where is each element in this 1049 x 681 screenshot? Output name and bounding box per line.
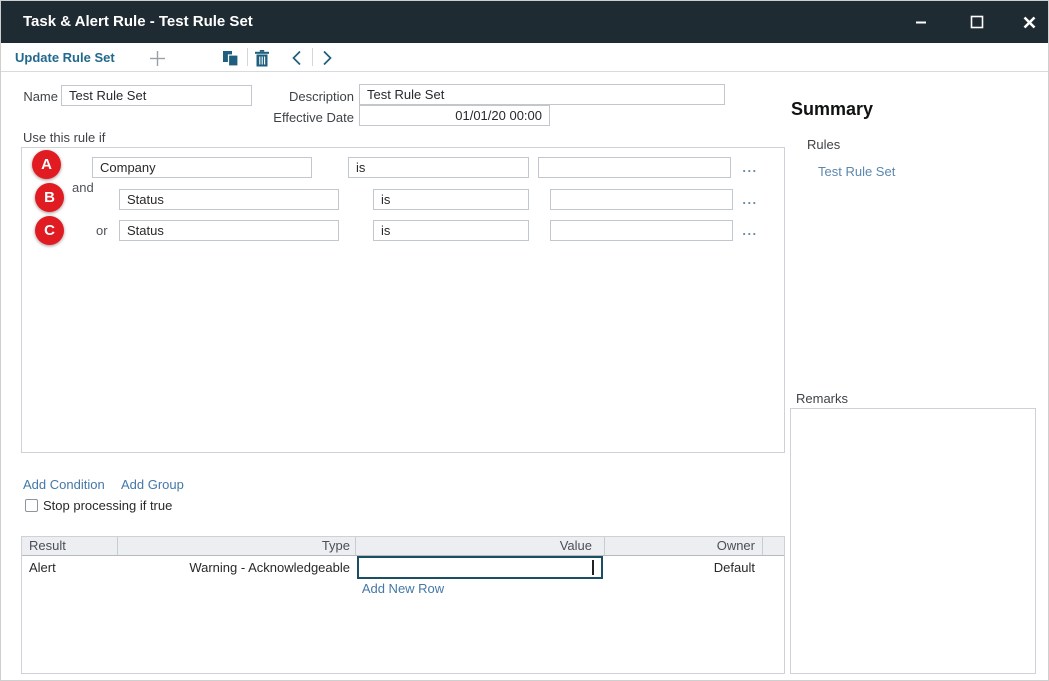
add-new-row-button[interactable]: Add New Row bbox=[22, 581, 784, 596]
column-header-result: Result bbox=[29, 537, 114, 555]
summary-title: Summary bbox=[791, 99, 873, 120]
text-cursor bbox=[592, 560, 594, 575]
condition-operator-select[interactable]: is bbox=[373, 220, 529, 241]
condition-badge: C bbox=[35, 216, 64, 245]
next-record-button[interactable] bbox=[319, 48, 335, 68]
stop-processing-label: Stop processing if true bbox=[43, 498, 172, 513]
delete-icon bbox=[254, 50, 270, 67]
add-icon bbox=[149, 50, 166, 67]
column-separator bbox=[762, 537, 763, 555]
add-button[interactable] bbox=[147, 48, 167, 68]
stop-processing-checkbox[interactable] bbox=[25, 499, 38, 512]
titlebar: Task & Alert Rule - Test Rule Set bbox=[1, 1, 1049, 43]
minimize-icon bbox=[915, 16, 927, 28]
summary-rule-link[interactable]: Test Rule Set bbox=[818, 164, 895, 179]
value-cell-input[interactable] bbox=[357, 556, 603, 579]
remarks-label: Remarks bbox=[796, 391, 848, 406]
column-header-value: Value bbox=[355, 537, 592, 555]
column-header-owner: Owner bbox=[604, 537, 755, 555]
condition-badge: A bbox=[32, 150, 61, 179]
condition-value-input[interactable] bbox=[550, 220, 733, 241]
condition-panel: A Company is ... and B Status is ... or … bbox=[21, 147, 785, 453]
condition-value-input[interactable] bbox=[538, 157, 731, 178]
result-cell: Alert bbox=[29, 556, 114, 579]
prev-record-button[interactable] bbox=[288, 48, 304, 68]
toolbar: Update Rule Set bbox=[1, 43, 1049, 72]
close-icon bbox=[1023, 16, 1036, 29]
condition-field-select[interactable]: Status bbox=[119, 189, 339, 210]
condition-operator-select[interactable]: is bbox=[348, 157, 529, 178]
type-cell[interactable]: Warning - Acknowledgeable bbox=[117, 556, 350, 579]
description-input[interactable]: Test Rule Set bbox=[359, 84, 725, 105]
minimize-button[interactable] bbox=[906, 7, 936, 37]
results-table-header: Result Type Value Owner bbox=[22, 537, 784, 556]
effective-date-label: Effective Date bbox=[271, 110, 354, 125]
condition-badge: B bbox=[35, 183, 64, 212]
rules-label: Rules bbox=[807, 137, 840, 152]
conjunction-label: or bbox=[96, 223, 108, 238]
column-header-type: Type bbox=[117, 537, 350, 555]
condition-more-button[interactable]: ... bbox=[737, 220, 763, 241]
condition-field-select[interactable]: Company bbox=[92, 157, 312, 178]
add-group-button[interactable]: Add Group bbox=[121, 477, 184, 492]
copy-icon bbox=[222, 50, 239, 67]
name-input[interactable]: Test Rule Set bbox=[61, 85, 252, 106]
maximize-icon bbox=[970, 15, 984, 29]
condition-value-input[interactable] bbox=[550, 189, 733, 210]
owner-cell: Default bbox=[604, 556, 755, 579]
copy-button[interactable] bbox=[220, 48, 240, 68]
description-label: Description bbox=[271, 89, 354, 104]
effective-date-input[interactable]: 01/01/20 00:00 bbox=[359, 105, 550, 126]
next-record-icon bbox=[322, 50, 333, 66]
condition-operator-select[interactable]: is bbox=[373, 189, 529, 210]
window-title: Task & Alert Rule - Test Rule Set bbox=[23, 1, 253, 43]
remarks-textarea[interactable] bbox=[790, 408, 1036, 674]
condition-more-button[interactable]: ... bbox=[737, 189, 763, 210]
condition-field-select[interactable]: Status bbox=[119, 220, 339, 241]
toolbar-separator bbox=[312, 48, 313, 66]
add-condition-button[interactable]: Add Condition bbox=[23, 477, 105, 492]
prev-record-icon bbox=[291, 50, 302, 66]
maximize-button[interactable] bbox=[962, 7, 992, 37]
name-label: Name bbox=[1, 89, 58, 104]
update-rule-set-button[interactable]: Update Rule Set bbox=[15, 43, 115, 72]
delete-button[interactable] bbox=[252, 48, 272, 68]
results-table: Result Type Value Owner Alert Warning - … bbox=[21, 536, 785, 674]
use-this-rule-if-label: Use this rule if bbox=[23, 130, 105, 145]
conjunction-label: and bbox=[72, 180, 94, 195]
close-button[interactable] bbox=[1014, 7, 1044, 37]
condition-more-button[interactable]: ... bbox=[737, 157, 763, 178]
toolbar-separator bbox=[247, 48, 248, 66]
task-alert-rule-window: Task & Alert Rule - Test Rule Set Update… bbox=[0, 0, 1049, 681]
